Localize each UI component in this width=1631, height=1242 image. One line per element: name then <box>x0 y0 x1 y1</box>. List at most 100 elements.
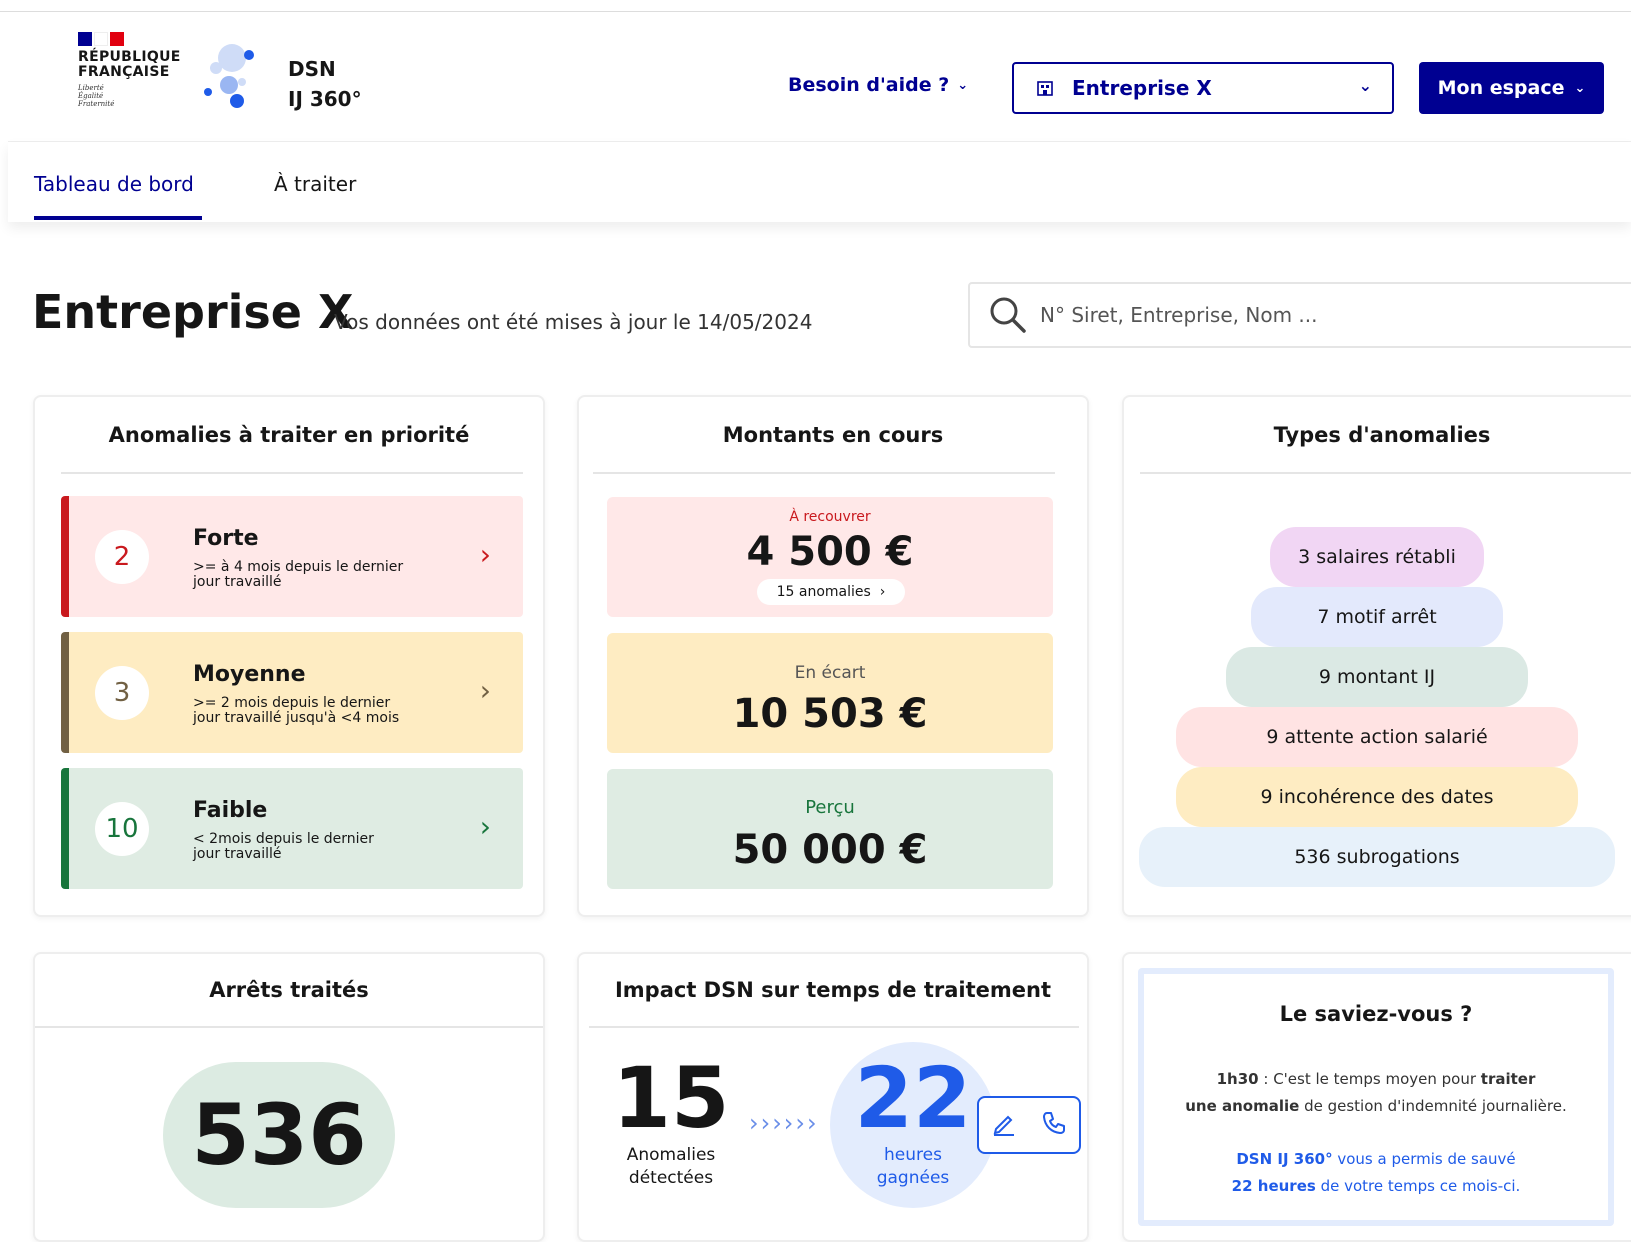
motto-2: Égalité <box>78 92 104 100</box>
help-menu-button[interactable]: Besoin d'aide ? ⌄ <box>788 74 968 96</box>
amounts-card: Montants en cours À recouvrer 4 500 € 15… <box>577 395 1089 917</box>
divider <box>593 472 1055 474</box>
fact-line2: une anomalie de gestion d'indemnité jour… <box>1144 1093 1608 1120</box>
type-ij-amount[interactable]: 9 montant IJ <box>1226 647 1528 707</box>
priority-desc: >= 2 mois depuis le dernier jour travaill… <box>193 696 433 726</box>
priority-card: Anomalies à traiter en priorité 2 Forte … <box>33 395 545 917</box>
priority-count: 10 <box>95 802 149 856</box>
priority-name: Moyenne <box>193 662 306 687</box>
fact-line3: DSN IJ 360° vous a permis de sauvé <box>1144 1146 1608 1173</box>
divider <box>1140 472 1631 474</box>
impact-title: Impact DSN sur temps de traitement <box>614 978 1051 1002</box>
gap-label: En écart <box>794 663 866 683</box>
fact-l3-bold: DSN IJ 360° <box>1236 1150 1333 1168</box>
desc-line1: >= à 4 mois depuis le dernier <box>193 559 404 575</box>
type-employee-action[interactable]: 9 attente action salarié <box>1176 707 1578 767</box>
app-name-line2: IJ 360° <box>288 87 362 111</box>
pencil-icon[interactable] <box>991 1110 1017 1140</box>
priority-name: Faible <box>193 798 268 823</box>
search-box <box>968 282 1631 348</box>
fact-l4-bold: 22 heures <box>1231 1177 1316 1195</box>
priority-desc: < 2mois depuis le dernier jour travaillé <box>193 832 433 862</box>
company-label: Entreprise X <box>1072 76 1212 100</box>
chevron-right-icon: › <box>479 674 491 707</box>
type-salaries[interactable]: 3 salaires rétabli <box>1270 527 1484 587</box>
flag-icon <box>78 32 180 46</box>
fact-frame: Le saviez-vous ? 1h30 : C'est le temps m… <box>1138 968 1614 1226</box>
app-name-line1: DSN <box>288 57 336 81</box>
priority-low[interactable]: 10 Faible < 2mois depuis le dernier jour … <box>61 768 523 889</box>
stops-value: 536 <box>163 1062 395 1208</box>
divider <box>589 1026 1079 1028</box>
desc-line2: jour travaillé jusqu'à <4 mois <box>193 710 400 726</box>
type-subrogations[interactable]: 536 subrogations <box>1139 827 1615 887</box>
priority-name: Forte <box>193 526 259 551</box>
hours-label2: gagnées <box>876 1168 950 1188</box>
priority-desc: >= à 4 mois depuis le dernier jour travai… <box>193 560 433 590</box>
edit-call-toolbar <box>977 1096 1081 1154</box>
fact-l4-text: de votre temps ce mois-ci. <box>1315 1177 1521 1195</box>
company-select[interactable]: Entreprise X ⌄ <box>1012 62 1394 114</box>
header: RÉPUBLIQUE FRANÇAISE Liberté Égalité Fra… <box>8 12 1631 142</box>
fact-card: Le saviez-vous ? 1h30 : C'est le temps m… <box>1122 952 1631 1242</box>
anomalies-detected: 15 Anomalies détectées <box>611 1052 731 1190</box>
search-icon[interactable] <box>988 295 1028 335</box>
stops-card: Arrêts traités 536 <box>33 952 545 1242</box>
priority-count: 3 <box>95 666 149 720</box>
fact-l3-text: vous a permis de sauvé <box>1332 1150 1516 1168</box>
gap-value: 10 503 € <box>732 691 928 737</box>
anomalies-link-label: 15 anomalies <box>776 584 871 600</box>
received-label: Perçu <box>805 797 855 818</box>
fact-line4: 22 heures de votre temps ce mois-ci. <box>1144 1173 1608 1200</box>
help-label: Besoin d'aide ? <box>788 74 950 96</box>
page-title: Entreprise X <box>32 285 354 339</box>
chevron-right-icon: › <box>479 538 491 571</box>
impact-card: Impact DSN sur temps de traitement 15 An… <box>577 952 1089 1242</box>
hours-gained: 22 heures gagnées <box>830 1042 996 1208</box>
tab-dashboard[interactable]: Tableau de bord <box>34 172 194 196</box>
types-title: Types d'anomalies <box>1273 423 1491 447</box>
account-button[interactable]: Mon espace ⌄ <box>1419 62 1604 114</box>
fact-line1: 1h30 : C'est le temps moyen pour traiter <box>1144 1066 1608 1093</box>
fact-text: 1h30 : C'est le temps moyen pour traiter… <box>1144 1066 1608 1200</box>
priority-title: Anomalies à traiter en priorité <box>108 423 470 447</box>
desc-line2: jour travaillé <box>193 846 282 862</box>
received-value: 50 000 € <box>732 827 928 873</box>
priority-medium[interactable]: 3 Moyenne >= 2 mois depuis le dernier jou… <box>61 632 523 753</box>
divider <box>35 1026 543 1028</box>
active-tab-indicator <box>34 216 202 220</box>
amounts-title: Montants en cours <box>722 423 944 447</box>
type-date-inconsistency[interactable]: 9 incohérence des dates <box>1176 767 1578 827</box>
anomalies-value: 15 <box>612 1049 730 1147</box>
desc-line2: jour travaillé <box>193 574 282 590</box>
type-stop-reason[interactable]: 7 motif arrêt <box>1251 587 1503 647</box>
priority-high[interactable]: 2 Forte >= à 4 mois depuis le dernier jou… <box>61 496 523 617</box>
update-info: Vos données ont été mises à jour le 14/0… <box>334 310 813 334</box>
amount-received: Perçu 50 000 € <box>607 769 1053 889</box>
gov-name-2: FRANÇAISE <box>78 64 170 80</box>
chevron-right-icon: › <box>875 584 886 600</box>
chevron-down-icon: ⌄ <box>957 77 969 93</box>
phone-icon[interactable] <box>1041 1110 1067 1140</box>
recover-label: À recouvrer <box>789 509 871 525</box>
anomalies-link[interactable]: 15 anomalies › <box>757 579 905 605</box>
recover-value: 4 500 € <box>746 529 914 575</box>
stops-title: Arrêts traités <box>209 978 369 1002</box>
motto-3: Fraternité <box>78 100 115 108</box>
tab-to-process[interactable]: À traiter <box>274 172 356 196</box>
motto-1: Liberté <box>78 84 104 92</box>
account-label: Mon espace <box>1437 77 1565 99</box>
republique-logo[interactable]: RÉPUBLIQUE FRANÇAISE Liberté Égalité Fra… <box>70 32 180 108</box>
fact-l1-bold2: traiter <box>1480 1070 1536 1088</box>
fact-title: Le saviez-vous ? <box>1279 1002 1473 1026</box>
fact-l2-bold: une anomalie <box>1185 1097 1300 1115</box>
fact-l2-text: de gestion d'indemnité journalière. <box>1299 1097 1567 1115</box>
building-icon <box>1036 79 1054 97</box>
chevron-right-icon: › <box>479 810 491 843</box>
amount-to-recover: À recouvrer 4 500 € 15 anomalies › <box>607 497 1053 617</box>
app-name: DSN IJ 360° <box>288 54 362 114</box>
hours-value: 22 <box>854 1049 972 1147</box>
anomaly-types-card: Types d'anomalies 3 salaires rétabli 7 m… <box>1122 395 1631 917</box>
search-input[interactable] <box>1040 303 1600 327</box>
gov-name-1: RÉPUBLIQUE <box>78 49 181 65</box>
